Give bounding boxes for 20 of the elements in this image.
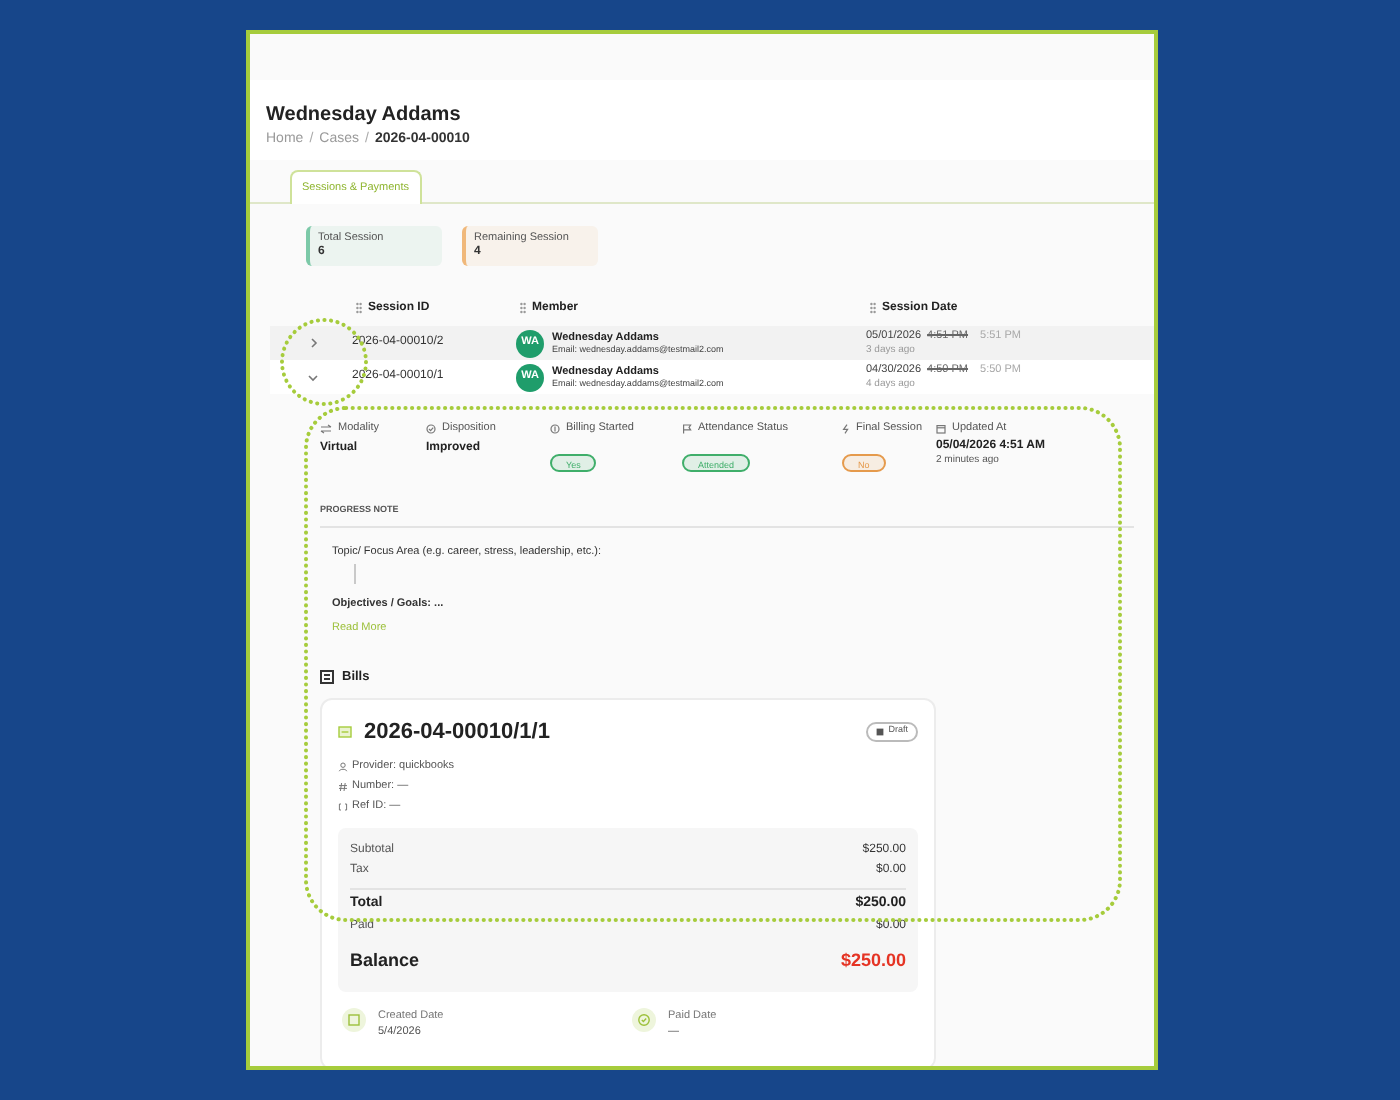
arrows-icon	[320, 424, 332, 434]
drag-handle-icon[interactable]	[520, 302, 526, 314]
person-icon	[338, 761, 348, 771]
chevron-right-icon[interactable]	[309, 338, 317, 348]
check-circle-icon	[632, 1008, 656, 1032]
chevron-down-icon[interactable]	[308, 373, 318, 381]
calendar-icon	[342, 1008, 366, 1032]
total-amount: $250.00	[840, 948, 906, 975]
check-circle-icon	[426, 424, 436, 434]
total-label: Balance	[350, 948, 420, 975]
brackets-icon	[338, 801, 348, 811]
calendar-icon	[936, 424, 946, 434]
hash-icon	[338, 781, 348, 791]
drag-handle-icon[interactable]	[870, 302, 876, 314]
bill-number: 2026-04-00010/1/1	[364, 717, 550, 747]
lightning-icon	[842, 424, 850, 434]
flag-icon	[682, 424, 692, 434]
drag-handle-icon[interactable]	[356, 302, 362, 314]
page-title: Wednesday Addams	[266, 104, 463, 128]
document-icon	[338, 725, 352, 738]
